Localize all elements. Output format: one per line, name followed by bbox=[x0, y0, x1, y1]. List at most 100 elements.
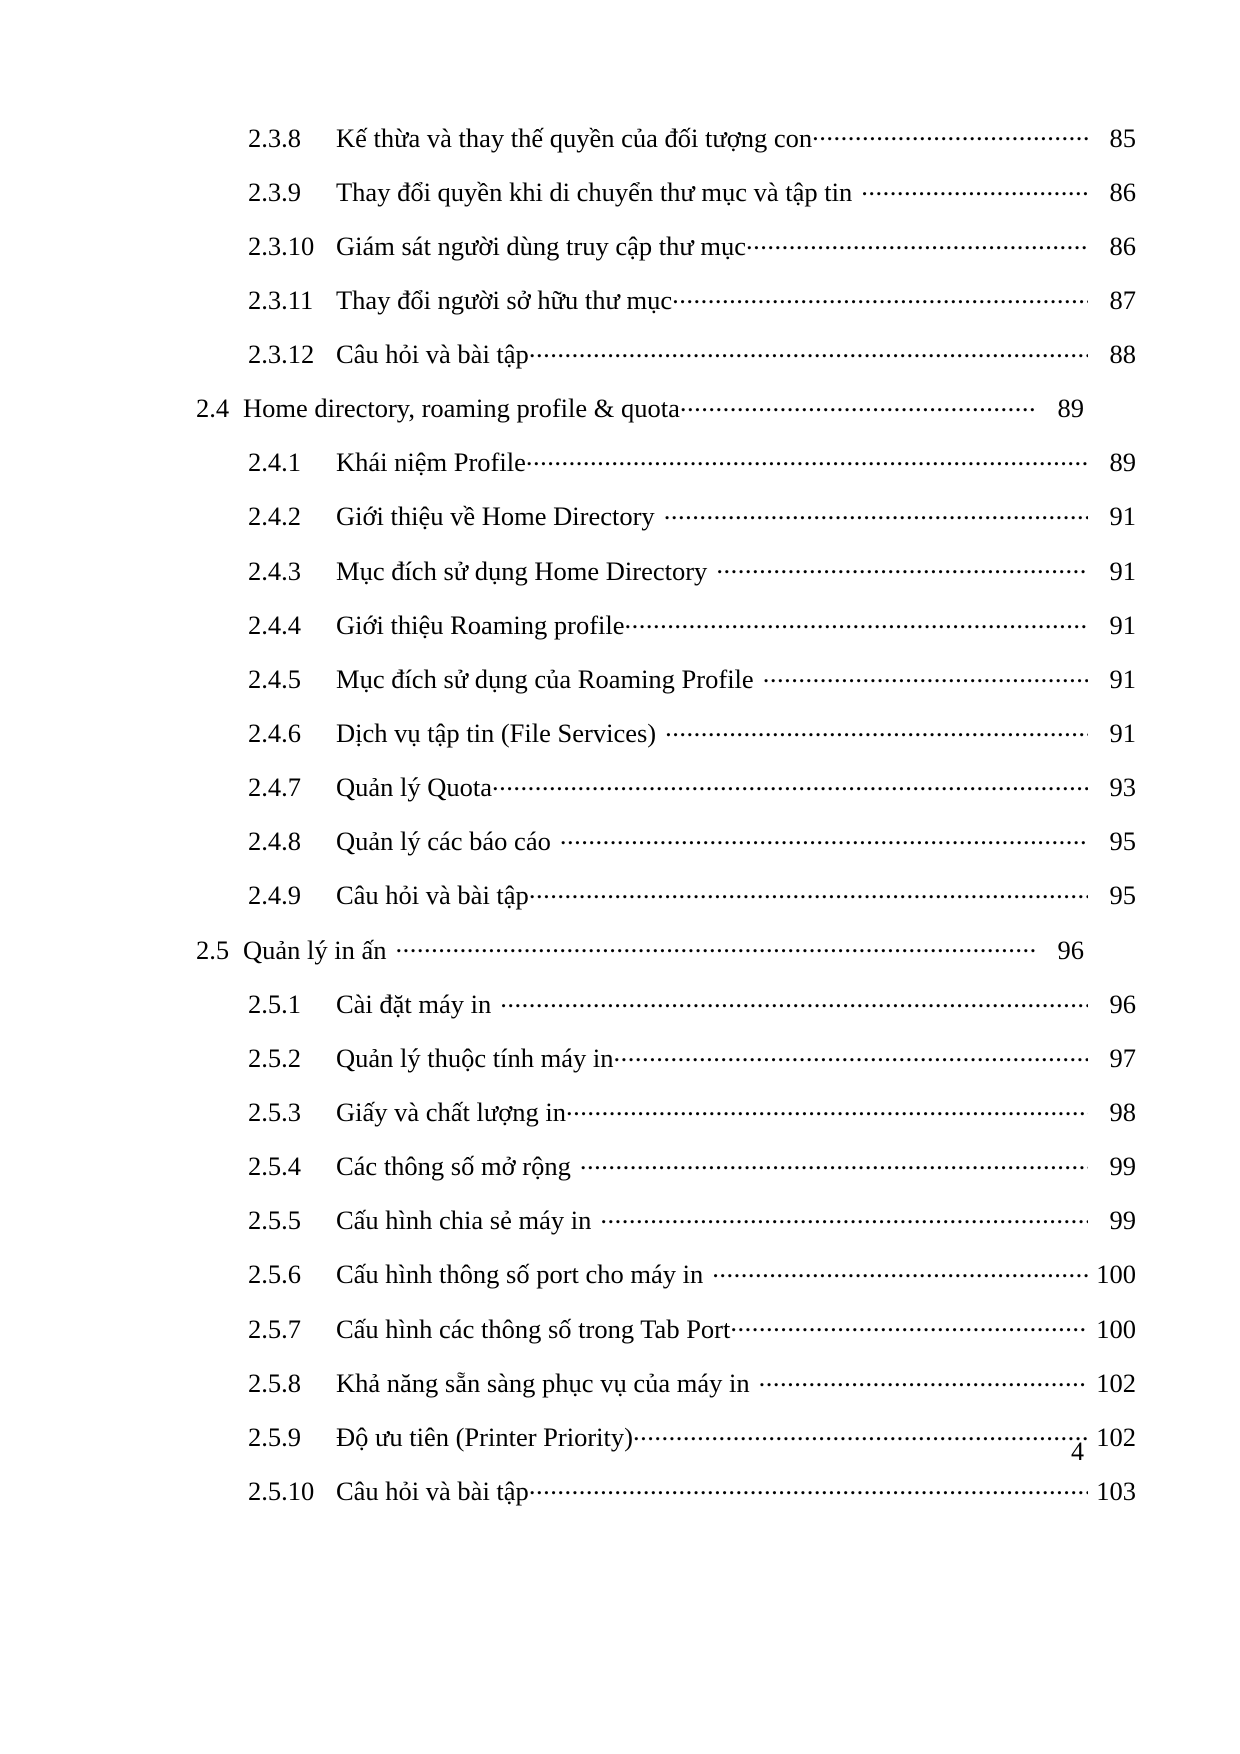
toc-entry[interactable]: 2.3.9 Thay đổi quyền khi di chuyển thư mụ… bbox=[196, 174, 1136, 207]
toc-entry-number: 2.5.10 bbox=[248, 1476, 315, 1507]
toc-entry[interactable]: 2.4.8 Quản lý các báo cáo 95 bbox=[196, 824, 1136, 857]
toc-entry-number: 2.5.3 bbox=[248, 1097, 301, 1128]
toc-entry-number: 2.4.5 bbox=[248, 663, 301, 694]
toc-entry-number: 2.4.4 bbox=[248, 609, 301, 640]
toc-entry-title: Cài đặt máy in bbox=[336, 988, 492, 1019]
toc-entry-title: Kế thừa và thay thế quyền của đối tượng … bbox=[336, 122, 813, 153]
toc-leader-dots bbox=[680, 391, 1036, 418]
toc-entry[interactable]: 2.4.3 Mục đích sử dụng Home Directory 91 bbox=[196, 553, 1136, 586]
toc-entry-page-number: 87 bbox=[1109, 284, 1137, 315]
toc-leader-dots bbox=[730, 1311, 1088, 1338]
toc-leader-dots bbox=[491, 986, 1088, 1013]
toc-entry-page-number: 91 bbox=[1109, 609, 1137, 640]
toc-entry[interactable]: 2.3.10 Giám sát người dùng truy cập thư m… bbox=[196, 228, 1136, 261]
toc-leader-dots bbox=[571, 1149, 1088, 1176]
toc-entry-page-number: 89 bbox=[1109, 447, 1137, 478]
toc-leader-dots bbox=[672, 282, 1088, 309]
toc-entry-number: 2.5.5 bbox=[248, 1205, 301, 1236]
toc-entry[interactable]: 2.3.11 Thay đổi người sở hữu thư mục 87 bbox=[196, 282, 1136, 315]
toc-entry[interactable]: 2.4.6 Dịch vụ tập tin (File Services) 91 bbox=[196, 716, 1136, 749]
toc-entry[interactable]: 2.4.1 Khái niệm Profile 89 bbox=[196, 445, 1136, 478]
toc-entry-title: Home directory, roaming profile & quota bbox=[243, 393, 680, 424]
toc-entry-title: Quản lý các báo cáo bbox=[336, 826, 551, 857]
toc-entry-number: 2.5 bbox=[196, 934, 230, 965]
toc-entry-page-number: 99 bbox=[1109, 1205, 1137, 1236]
toc-entry-number: 2.4.9 bbox=[248, 880, 301, 911]
toc-entry[interactable]: 2.4 Home directory, roaming profile & quo… bbox=[196, 391, 1084, 424]
toc-entry-page-number: 91 bbox=[1109, 718, 1137, 749]
toc-entry-title: Quản lý thuộc tính máy in bbox=[336, 1042, 614, 1073]
toc-entry-title: Thay đổi người sở hữu thư mục bbox=[336, 284, 673, 315]
toc-leader-dots bbox=[613, 1040, 1088, 1067]
toc-entry[interactable]: 2.5.10 Câu hỏi và bài tập 103 bbox=[196, 1474, 1136, 1507]
toc-entry[interactable]: 2.4.2 Giới thiệu về Home Directory 91 bbox=[196, 499, 1136, 532]
toc-entry[interactable]: 2.5.8 Khả năng sẵn sàng phục vụ của máy i… bbox=[196, 1365, 1136, 1398]
toc-entry-number: 2.3.11 bbox=[248, 284, 314, 315]
toc-entry-title: Câu hỏi và bài tập bbox=[336, 880, 529, 911]
toc-entry-number: 2.4 bbox=[196, 393, 230, 424]
toc-entry-title: Quản lý Quota bbox=[336, 772, 493, 803]
toc-entry-number: 2.5.6 bbox=[248, 1259, 301, 1290]
toc-entry-page-number: 100 bbox=[1096, 1259, 1136, 1290]
toc-leader-dots bbox=[703, 1257, 1088, 1284]
toc-entry-page-number: 91 bbox=[1109, 555, 1137, 586]
toc-leader-dots bbox=[529, 1474, 1088, 1501]
toc-leader-dots bbox=[551, 824, 1088, 851]
toc-entry-number: 2.5.9 bbox=[248, 1421, 301, 1452]
toc-entry-number: 2.4.6 bbox=[248, 718, 301, 749]
toc-entry[interactable]: 2.5.6 Cấu hình thông số port cho máy in 10… bbox=[196, 1257, 1136, 1290]
toc-entry[interactable]: 2.5.1 Cài đặt máy in 96 bbox=[196, 986, 1136, 1019]
toc-entry[interactable]: 2.5.4 Các thông số mở rộng 99 bbox=[196, 1149, 1136, 1182]
toc-entry-title: Mục đích sử dụng của Roaming Profile bbox=[336, 663, 754, 694]
toc-entry-page-number: 100 bbox=[1096, 1313, 1136, 1344]
toc-entry[interactable]: 2.5.2 Quản lý thuộc tính máy in 97 bbox=[196, 1040, 1136, 1073]
toc-leader-dots bbox=[754, 661, 1088, 688]
toc-entry-page-number: 86 bbox=[1109, 176, 1137, 207]
toc-entry-title: Cấu hình các thông số trong Tab Port bbox=[336, 1313, 731, 1344]
toc-leader-dots bbox=[566, 1095, 1088, 1122]
toc-entry-title: Cấu hình thông số port cho máy in bbox=[336, 1259, 704, 1290]
toc-entry-page-number: 95 bbox=[1109, 880, 1137, 911]
toc-leader-dots bbox=[492, 770, 1088, 797]
toc-entry[interactable]: 2.3.12 Câu hỏi và bài tập 88 bbox=[196, 337, 1136, 370]
toc-entry-title: Giấy và chất lượng in bbox=[336, 1097, 567, 1128]
toc-entry[interactable]: 2.5.3 Giấy và chất lượng in 98 bbox=[196, 1095, 1136, 1128]
toc-entry-number: 2.3.8 bbox=[248, 122, 301, 153]
toc-entry-title: Dịch vụ tập tin (File Services) bbox=[336, 718, 657, 749]
toc-entry-title: Mục đích sử dụng Home Directory bbox=[336, 555, 708, 586]
toc-entry-number: 2.5.4 bbox=[248, 1151, 301, 1182]
toc-leader-dots bbox=[707, 553, 1088, 580]
toc-entry[interactable]: 2.4.4 Giới thiệu Roaming profile 91 bbox=[196, 607, 1136, 640]
toc-entry-page-number: 91 bbox=[1109, 501, 1137, 532]
toc-entry[interactable]: 2.5.5 Cấu hình chia sẻ máy in 99 bbox=[196, 1203, 1136, 1236]
toc-entry-title: Thay đổi quyền khi di chuyển thư mục và … bbox=[336, 176, 853, 207]
table-of-contents: 2.3.8 Kế thừa và thay thế quyền của đối t… bbox=[196, 120, 1136, 1528]
toc-entry-page-number: 93 bbox=[1109, 772, 1137, 803]
toc-entry[interactable]: 2.4.5 Mục đích sử dụng của Roaming Profil… bbox=[196, 661, 1136, 694]
toc-entry-title: Câu hỏi và bài tập bbox=[336, 1476, 529, 1507]
toc-entry[interactable]: 2.5.9 Độ ưu tiên (Printer Priority) 102 bbox=[196, 1419, 1136, 1452]
toc-entry[interactable]: 2.3.8 Kế thừa và thay thế quyền của đối t… bbox=[196, 120, 1136, 153]
toc-entry-title: Giám sát người dùng truy cập thư mục bbox=[336, 230, 746, 261]
toc-entry[interactable]: 2.5.7 Cấu hình các thông số trong Tab Por… bbox=[196, 1311, 1136, 1344]
toc-entry-number: 2.4.1 bbox=[248, 447, 301, 478]
toc-leader-dots bbox=[529, 337, 1088, 364]
toc-entry-page-number: 95 bbox=[1109, 826, 1137, 857]
toc-entry-number: 2.3.12 bbox=[248, 339, 315, 370]
toc-entry[interactable]: 2.5 Quản lý in ấn 96 bbox=[196, 932, 1084, 965]
toc-entry-page-number: 85 bbox=[1109, 122, 1137, 153]
toc-entry[interactable]: 2.4.9 Câu hỏi và bài tập 95 bbox=[196, 878, 1136, 911]
document-page: 2.3.8 Kế thừa và thay thế quyền của đối t… bbox=[0, 0, 1240, 1754]
toc-leader-dots bbox=[852, 174, 1088, 201]
toc-leader-dots bbox=[750, 1365, 1088, 1392]
toc-entry-page-number: 89 bbox=[1057, 393, 1085, 424]
toc-entry-number: 2.5.7 bbox=[248, 1313, 301, 1344]
toc-leader-dots bbox=[387, 932, 1036, 959]
toc-entry-page-number: 96 bbox=[1057, 934, 1085, 965]
toc-entry-page-number: 98 bbox=[1109, 1097, 1137, 1128]
toc-entry-number: 2.3.10 bbox=[248, 230, 315, 261]
toc-entry[interactable]: 2.4.7 Quản lý Quota 93 bbox=[196, 770, 1136, 803]
toc-entry-page-number: 103 bbox=[1096, 1476, 1136, 1507]
toc-leader-dots bbox=[633, 1419, 1088, 1446]
toc-leader-dots bbox=[656, 716, 1088, 743]
